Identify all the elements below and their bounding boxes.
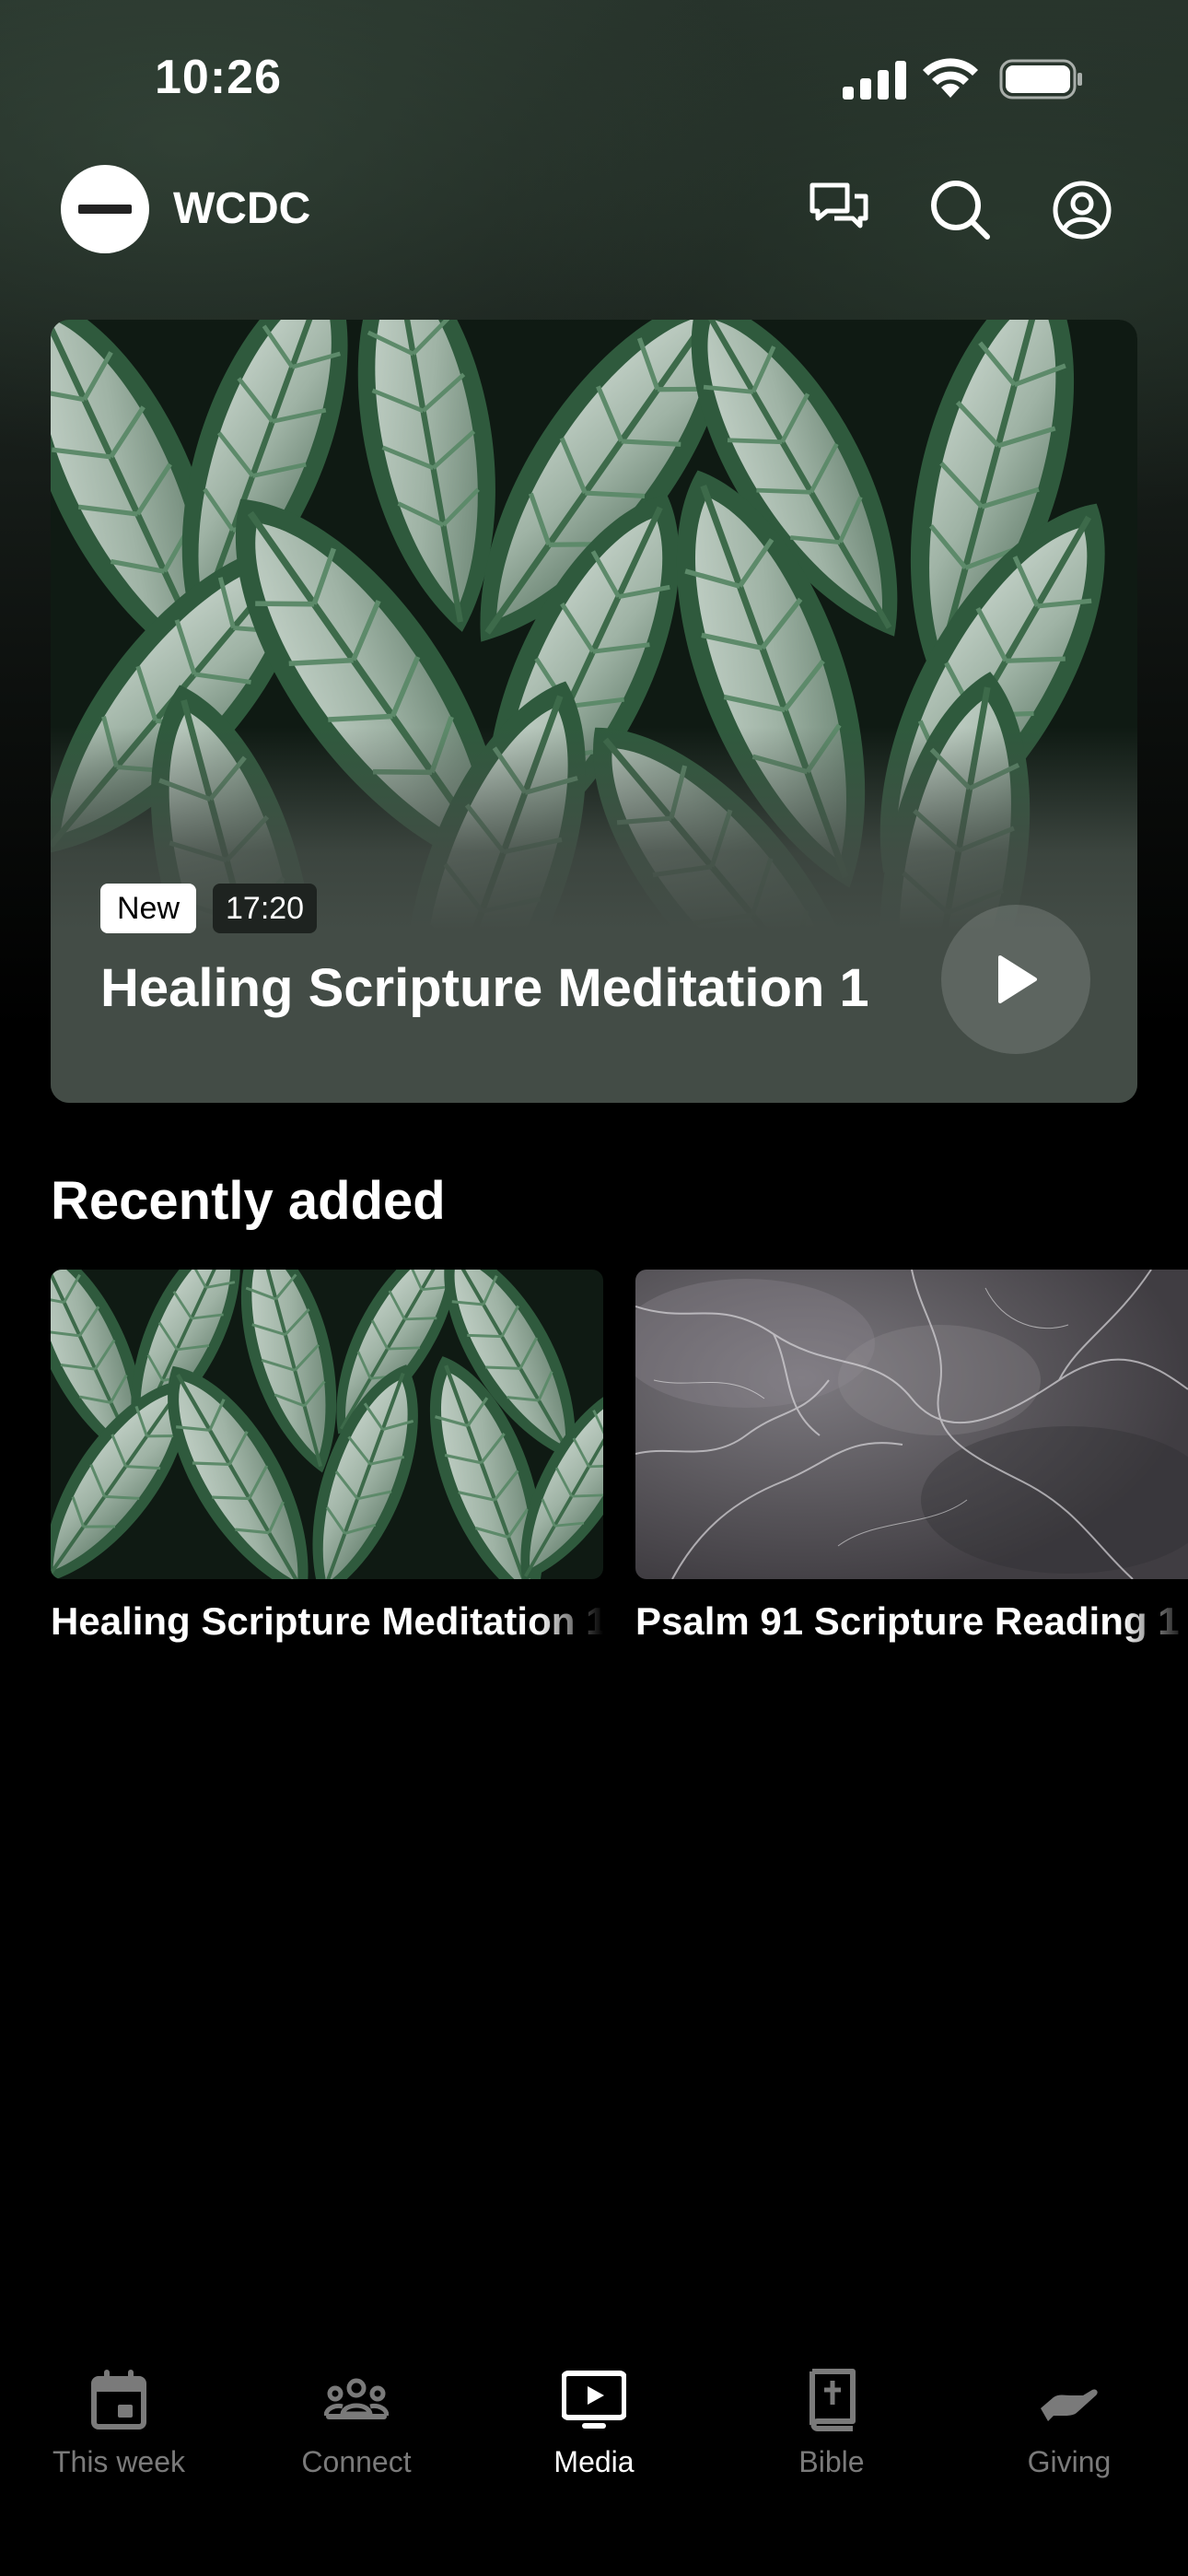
featured-media-card[interactable]: New 17:20 Healing Scripture Meditation 1 [51,320,1137,1103]
status-time: 10:26 [155,51,282,104]
battery-icon [999,59,1082,100]
media-thumbnail [51,1270,603,1579]
tab-label: Media [553,2445,635,2478]
new-badge: New [100,884,197,933]
app-name: WCDC [173,184,311,233]
calendar-icon [91,2370,146,2430]
tab-label: Bible [798,2445,865,2478]
chat-icon[interactable] [807,178,871,242]
bible-icon [809,2369,856,2431]
media-card[interactable]: Healing Scripture Meditation 1 [51,1270,603,1657]
giving-hand-icon [1041,2389,1098,2421]
cellular-signal-icon [843,61,906,100]
play-button[interactable] [941,905,1090,1054]
tab-bible[interactable]: Bible [713,2340,950,2524]
media-card-title: Healing Scripture Meditation 1 [51,1599,603,1643]
duration-badge: 17:20 [213,884,318,933]
profile-icon[interactable] [1050,178,1114,242]
tab-media[interactable]: Media [475,2340,713,2524]
section-title-recently-added: Recently added [51,1171,446,1231]
church-logo[interactable] [61,165,149,253]
people-icon [324,2378,389,2419]
status-bar: 10:26 [0,0,1188,161]
app-header: WCDC [0,161,1188,263]
media-card-title: Psalm 91 Scripture Reading 1 [635,1599,1180,1643]
tv-icon [562,2371,626,2429]
tab-giving[interactable]: Giving [950,2340,1188,2524]
tab-label: This week [52,2445,186,2478]
wifi-icon [923,58,978,98]
media-thumbnail [635,1270,1188,1579]
tab-label: Giving [1027,2445,1112,2478]
featured-title: Healing Scripture Meditation 1 [100,958,869,1018]
tab-label: Connect [301,2445,412,2478]
bottom-tab-bar: This week Connect Media Bible Giving [0,2340,1188,2576]
logo-mark [78,205,132,214]
search-icon[interactable] [928,178,993,242]
play-icon [998,955,1037,1003]
media-card[interactable]: Psalm 91 Scripture Reading 1 [635,1270,1188,1657]
tab-connect[interactable]: Connect [238,2340,475,2524]
tab-this-week[interactable]: This week [0,2340,238,2524]
